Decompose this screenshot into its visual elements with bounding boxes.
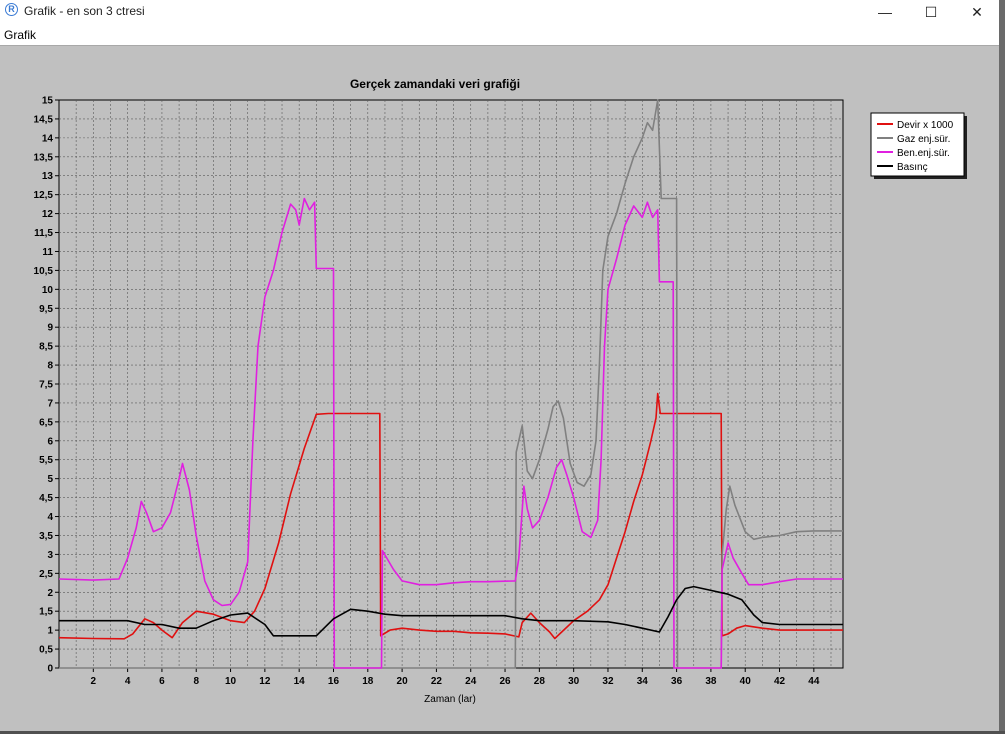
y-tick-label: 11	[42, 247, 53, 258]
y-tick-label: 7,5	[39, 380, 53, 391]
plot-area: 00,511,522,533,544,555,566,577,588,599,5…	[34, 96, 844, 687]
x-tick-label: 26	[499, 676, 511, 687]
y-tick-label: 0,5	[39, 645, 53, 656]
y-tick-label: 6,5	[39, 417, 53, 428]
y-tick-label: 5	[47, 474, 53, 485]
y-tick-label: 4,5	[39, 493, 53, 504]
minimize-button[interactable]: —	[862, 0, 908, 24]
window-title: Grafik - en son 3 ctresi	[24, 4, 145, 18]
x-tick-label: 32	[602, 676, 614, 687]
x-tick-label: 42	[774, 676, 786, 687]
y-tick-label: 13	[42, 171, 54, 182]
y-tick-label: 13,5	[34, 152, 54, 163]
close-button[interactable]: ✕	[954, 0, 1000, 24]
legend: Devir x 1000 Gaz enj.sür. Ben.enj.sür. Bası…	[870, 112, 967, 179]
x-tick-label: 30	[568, 676, 580, 687]
y-tick-label: 11,5	[34, 228, 53, 239]
x-tick-label: 8	[193, 676, 199, 687]
x-axis-label: Zaman (lar)	[424, 694, 476, 705]
line-chart: Gerçek zamandaki veri grafiği 00,511,522…	[34, 77, 967, 705]
app-icon: R	[5, 3, 18, 16]
menu-bar: Grafik	[0, 24, 1005, 45]
y-tick-label: 14,5	[34, 114, 54, 125]
x-tick-label: 40	[740, 676, 752, 687]
legend-label: Basınç	[897, 162, 928, 173]
chart-title: Gerçek zamandaki veri grafiği	[350, 77, 520, 91]
x-tick-label: 18	[362, 676, 374, 687]
y-tick-label: 2	[47, 588, 53, 599]
window-edge	[999, 0, 1005, 734]
x-tick-label: 24	[465, 676, 477, 687]
y-tick-label: 7	[47, 398, 53, 409]
y-tick-label: 10,5	[34, 266, 54, 277]
legend-label: Gaz enj.sür.	[897, 134, 950, 145]
y-tick-label: 12	[42, 209, 54, 220]
x-tick-label: 36	[671, 676, 683, 687]
x-tick-label: 10	[225, 676, 237, 687]
menu-item-grafik[interactable]: Grafik	[4, 28, 36, 42]
y-tick-label: 15	[42, 96, 54, 107]
x-tick-label: 28	[534, 676, 546, 687]
x-tick-label: 38	[705, 676, 717, 687]
legend-label: Devir x 1000	[897, 120, 954, 131]
y-tick-label: 9,5	[39, 304, 53, 315]
y-tick-label: 1	[47, 626, 53, 637]
x-tick-label: 16	[328, 676, 340, 687]
y-tick-label: 5,5	[39, 455, 53, 466]
y-tick-label: 3,5	[39, 531, 53, 542]
x-tick-label: 44	[808, 676, 820, 687]
x-tick-label: 2	[91, 676, 97, 687]
x-tick-label: 22	[431, 676, 443, 687]
legend-label: Ben.enj.sür.	[897, 148, 950, 159]
y-tick-label: 14	[42, 133, 54, 144]
x-tick-label: 12	[259, 676, 271, 687]
y-tick-label: 2,5	[39, 569, 53, 580]
x-tick-label: 14	[294, 676, 306, 687]
y-tick-label: 3	[47, 550, 53, 561]
y-tick-label: 8	[47, 361, 53, 372]
maximize-button[interactable]: ☐	[908, 0, 954, 24]
y-tick-label: 0	[47, 664, 53, 675]
y-tick-label: 6	[47, 436, 53, 447]
y-tick-label: 8,5	[39, 342, 53, 353]
title-bar: R Grafik - en son 3 ctresi — ☐ ✕	[0, 0, 1005, 24]
x-tick-label: 6	[159, 676, 165, 687]
chart-panel: Gerçek zamandaki veri grafiği 0 0,5 1 1,5 2 2…	[0, 45, 999, 733]
x-tick-label: 20	[397, 676, 409, 687]
x-tick-label: 4	[125, 676, 131, 687]
y-tick-label: 12,5	[34, 190, 54, 201]
y-tick-label: 1,5	[39, 607, 53, 618]
x-tick-label: 34	[637, 676, 649, 687]
y-tick-label: 10	[42, 285, 54, 296]
y-tick-label: 9	[47, 323, 53, 334]
y-tick-label: 4	[47, 512, 53, 523]
